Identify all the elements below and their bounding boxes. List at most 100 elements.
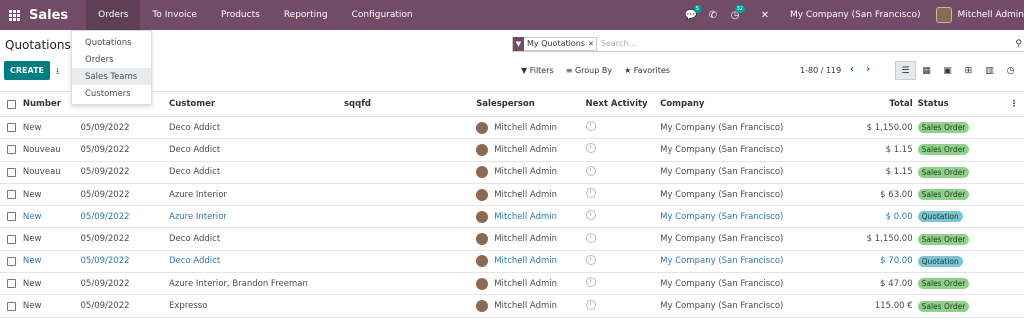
facet-remove-icon[interactable]: ✕ xyxy=(588,40,596,48)
row-checkbox[interactable] xyxy=(0,145,23,155)
activity-clock-icon[interactable] xyxy=(585,210,596,221)
menu-to-invoice[interactable]: To Invoice xyxy=(140,0,209,30)
row-date: 05/09/2022 xyxy=(80,234,130,245)
header-status[interactable]: Status xyxy=(913,99,1004,109)
group-by-button[interactable]: ≡ Group By xyxy=(566,66,612,75)
salesperson-name: Mitchell Admin xyxy=(494,234,558,245)
dropdown-item-orders[interactable]: Orders xyxy=(72,51,151,68)
menu-products[interactable]: Products xyxy=(209,0,272,30)
facet-label: My Quotations xyxy=(527,39,585,48)
row-total: $ 1,150.00 xyxy=(866,122,913,133)
pivot-view-icon[interactable]: ⊞ xyxy=(958,61,979,80)
activity-clock-icon[interactable] xyxy=(585,165,596,176)
row-total: 115.00 € xyxy=(874,301,913,312)
row-activity[interactable] xyxy=(585,121,661,134)
optional-columns-icon[interactable]: ⋮ xyxy=(1004,99,1024,109)
phone-icon[interactable]: ✆ xyxy=(702,0,724,30)
graph-view-icon[interactable]: ▥ xyxy=(979,61,1000,80)
search-icon[interactable]: ⚲ xyxy=(1015,39,1024,49)
activity-clock-icon[interactable] xyxy=(585,277,596,288)
table-row[interactable]: New 05/09/2022 Expresso Mitchell Admin My Co… xyxy=(0,295,1024,318)
row-checkbox[interactable] xyxy=(0,123,23,133)
activity-clock-icon[interactable]: ◷ 32 xyxy=(724,0,746,30)
activity-clock-icon[interactable] xyxy=(585,254,596,265)
activity-clock-icon[interactable] xyxy=(585,188,596,199)
activity-clock-icon[interactable] xyxy=(585,299,596,310)
chat-icon[interactable]: 💬 5 xyxy=(680,0,702,30)
dropdown-item-customers[interactable]: Customers xyxy=(72,85,151,102)
row-activity[interactable] xyxy=(585,232,661,246)
download-icon[interactable]: ⭳ xyxy=(56,64,59,80)
activity-clock-icon[interactable] xyxy=(585,232,596,243)
select-all-checkbox[interactable] xyxy=(0,99,23,109)
header-salesperson[interactable]: Salesperson xyxy=(476,99,585,109)
salesperson-name: Mitchell Admin xyxy=(494,122,558,133)
table-row[interactable]: New 05/09/2022 Azure Interior Mitchell Admi… xyxy=(0,184,1024,207)
row-activity[interactable] xyxy=(585,254,661,268)
company-switcher[interactable]: My Company (San Francisco) xyxy=(790,10,920,20)
salesperson-avatar xyxy=(476,210,489,223)
row-checkbox[interactable] xyxy=(0,256,23,266)
search-input[interactable]: Search... xyxy=(601,39,636,48)
header-company[interactable]: Company xyxy=(660,99,821,109)
header-customer[interactable]: Customer xyxy=(169,99,344,109)
row-checkbox[interactable] xyxy=(0,234,23,244)
table-row[interactable]: New 05/09/2022 Deco Addict Mitchell Admin My… xyxy=(0,228,1024,251)
row-activity[interactable] xyxy=(585,165,661,179)
menu-configuration[interactable]: Configuration xyxy=(340,0,425,30)
user-menu[interactable]: Mitchell Admin xyxy=(936,7,1024,23)
row-date: 05/09/2022 xyxy=(80,167,130,178)
apps-menu-icon[interactable] xyxy=(2,0,26,30)
row-checkbox[interactable] xyxy=(0,301,23,311)
kanban-view-icon[interactable]: ▦ xyxy=(916,61,937,80)
calendar-view-icon[interactable]: ▣ xyxy=(937,61,958,80)
table-row[interactable]: New 05/09/2022 Azure Interior, Brandon Fre… xyxy=(0,273,1024,296)
row-status: Sales Order xyxy=(913,166,1004,178)
pager-next-icon[interactable]: › xyxy=(866,64,870,75)
row-checkbox[interactable] xyxy=(0,190,23,200)
table-row[interactable]: Nouveau 05/09/2022 Deco Addict Mitchell Adm… xyxy=(0,139,1024,162)
row-checkbox[interactable] xyxy=(0,212,23,222)
search-bar[interactable]: ▼ My Quotations ✕ Search... ⚲ xyxy=(512,36,1024,52)
table-row[interactable]: Nouveau 05/09/2022 Deco Addict Mitchell Adm… xyxy=(0,162,1024,184)
activity-clock-icon[interactable] xyxy=(585,121,596,132)
row-activity[interactable] xyxy=(585,299,661,313)
row-company: My Company (San Francisco) xyxy=(660,278,784,289)
activity-view-icon[interactable]: ◷ xyxy=(1000,61,1021,80)
row-status: Sales Order xyxy=(913,144,1004,156)
orders-dropdown: Quotations Orders Sales Teams Customers xyxy=(71,30,152,105)
table-row[interactable]: New 05/09/2022 Deco Addict Mitchell Admin My… xyxy=(0,117,1024,140)
row-checkbox[interactable] xyxy=(0,279,23,289)
row-activity[interactable] xyxy=(585,143,661,156)
debug-tools-icon[interactable]: ✕ xyxy=(754,0,776,30)
dropdown-item-quotations[interactable]: Quotations xyxy=(72,34,151,51)
list-view-icon[interactable]: ☰ xyxy=(895,61,916,80)
row-activity[interactable] xyxy=(585,277,661,290)
menu-orders[interactable]: Orders xyxy=(86,0,141,30)
activity-clock-icon[interactable] xyxy=(585,143,596,154)
app-brand[interactable]: Sales xyxy=(29,8,68,23)
favorites-button[interactable]: ★ Favorites xyxy=(624,66,670,75)
dropdown-item-sales-teams[interactable]: Sales Teams xyxy=(72,68,151,85)
menu-reporting[interactable]: Reporting xyxy=(272,0,340,30)
row-activity[interactable] xyxy=(585,188,661,201)
pager-previous-icon[interactable]: ‹ xyxy=(850,64,854,75)
create-button[interactable]: CREATE xyxy=(4,61,50,80)
row-checkbox[interactable] xyxy=(0,167,23,177)
row-salesperson: Mitchell Admin xyxy=(476,210,585,223)
row-customer: Deco Addict xyxy=(169,256,221,267)
table-row[interactable]: New 05/09/2022 Deco Addict Mitchell Admin My… xyxy=(0,251,1024,274)
pager-value[interactable]: 1-80 / 119 xyxy=(800,66,841,75)
row-activity[interactable] xyxy=(585,210,661,223)
salesperson-avatar xyxy=(476,255,489,268)
table-row[interactable]: New 05/09/2022 Azure Interior Mitchell Admi… xyxy=(0,206,1024,229)
header-sqqfd[interactable]: sqqfd xyxy=(344,99,476,109)
row-salesperson: Mitchell Admin xyxy=(476,143,585,156)
search-facet[interactable]: ▼ My Quotations ✕ xyxy=(512,36,597,51)
filters-button[interactable]: ▼ Filters xyxy=(521,66,554,75)
row-status: Quotation xyxy=(913,255,1004,267)
header-total[interactable]: Total xyxy=(821,99,912,109)
row-company: My Company (San Francisco) xyxy=(660,189,784,200)
header-next-activity[interactable]: Next Activity xyxy=(586,99,661,109)
salesperson-avatar xyxy=(476,233,489,246)
